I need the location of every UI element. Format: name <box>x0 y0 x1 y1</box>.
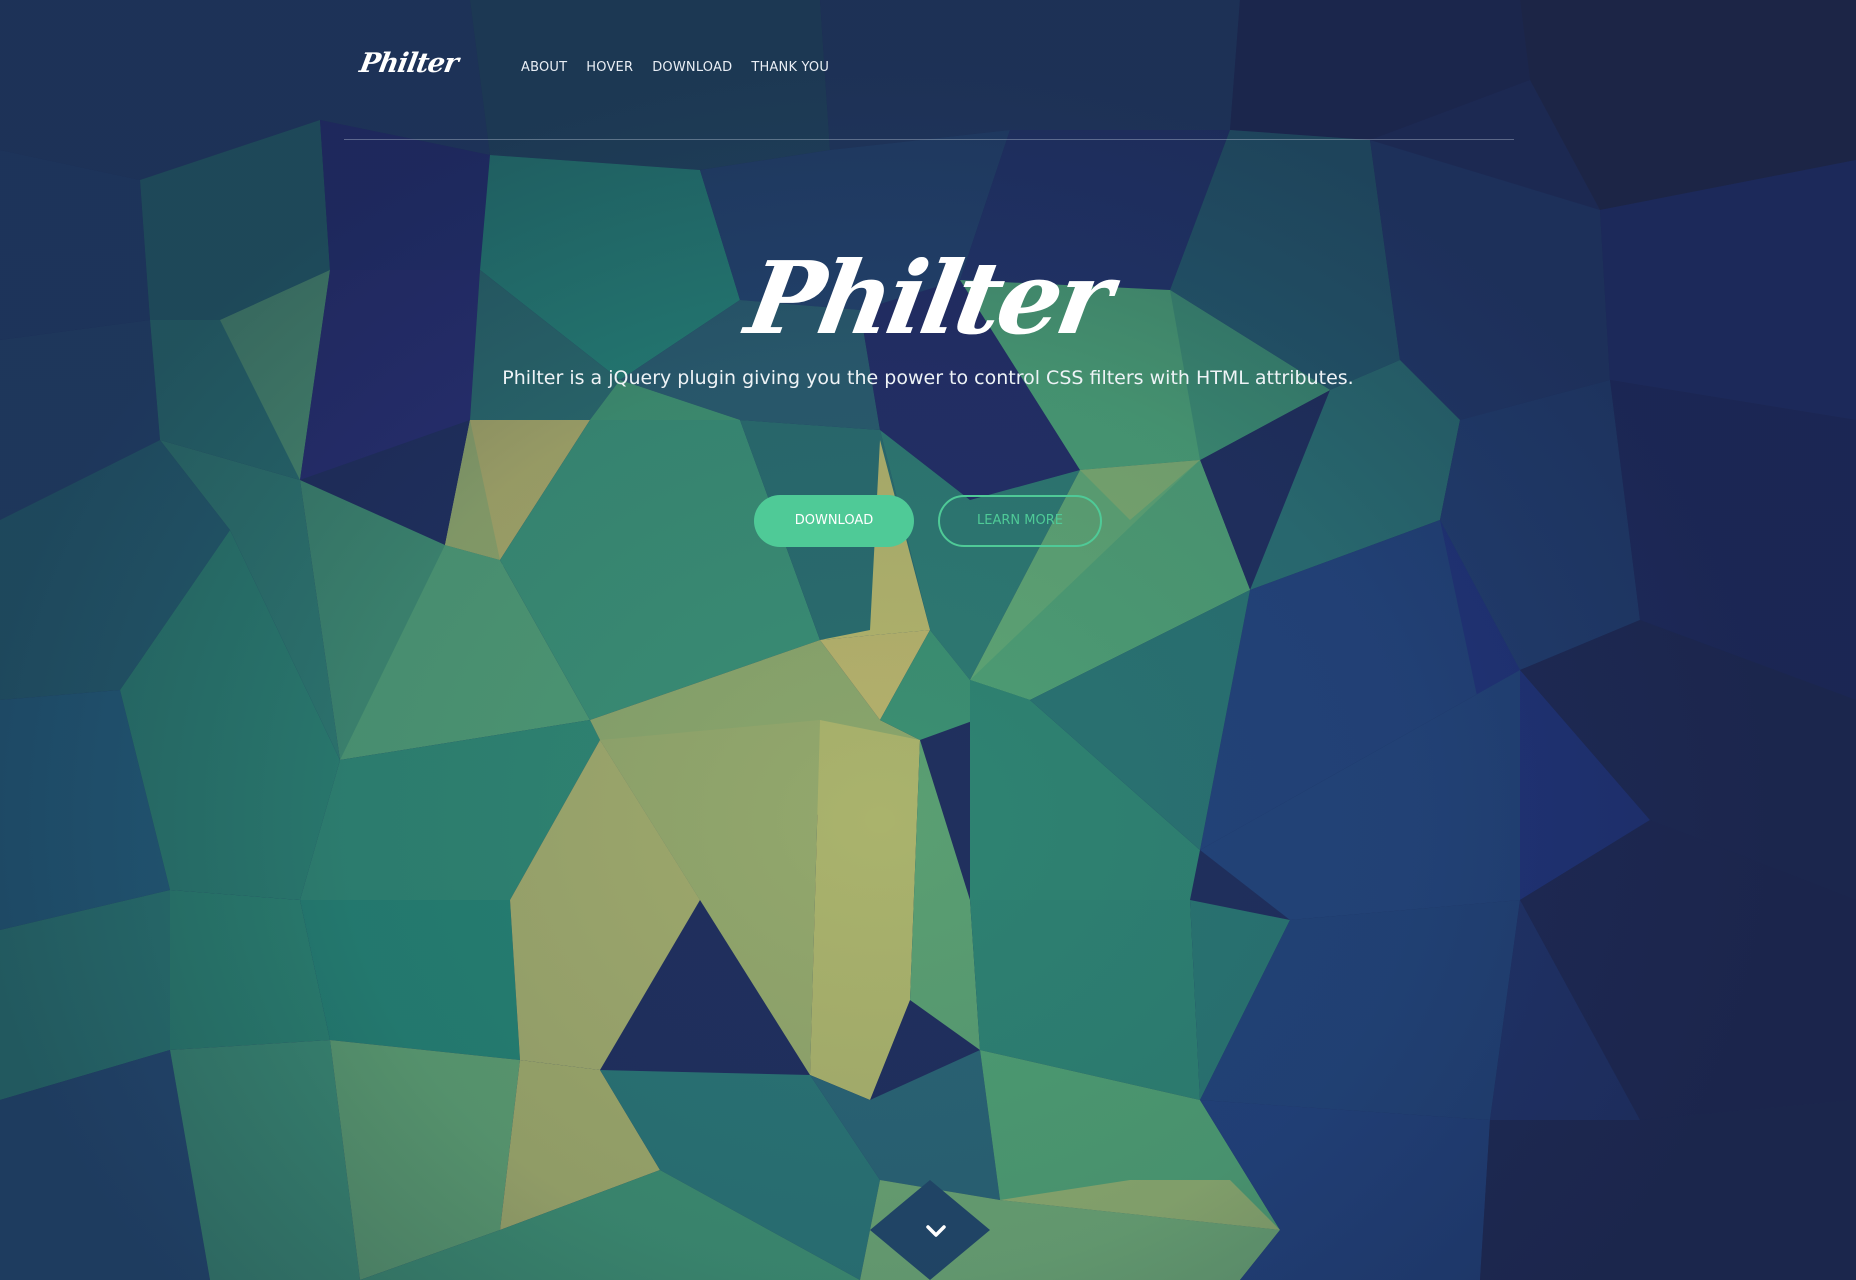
download-button[interactable]: DOWNLOAD <box>754 495 914 547</box>
chevron-down-icon[interactable] <box>918 1218 954 1248</box>
hero-title: Philter <box>738 239 1118 357</box>
hero-subtitle: Philter is a jQuery plugin giving you th… <box>502 367 1354 389</box>
nav-item-hover[interactable]: HOVER <box>586 60 633 75</box>
nav-item-download[interactable]: DOWNLOAD <box>652 60 732 75</box>
site-header: Philter ABOUT HOVER DOWNLOAD THANK YOU <box>344 0 1514 140</box>
nav-item-about[interactable]: ABOUT <box>521 60 567 75</box>
main-nav: ABOUT HOVER DOWNLOAD THANK YOU <box>521 60 848 75</box>
logo[interactable]: Philter <box>357 48 460 79</box>
header-divider <box>344 139 1514 140</box>
learn-more-button[interactable]: LEARN MORE <box>938 495 1102 547</box>
low-poly-background <box>0 0 1856 1280</box>
nav-item-thank-you[interactable]: THANK YOU <box>751 60 829 75</box>
